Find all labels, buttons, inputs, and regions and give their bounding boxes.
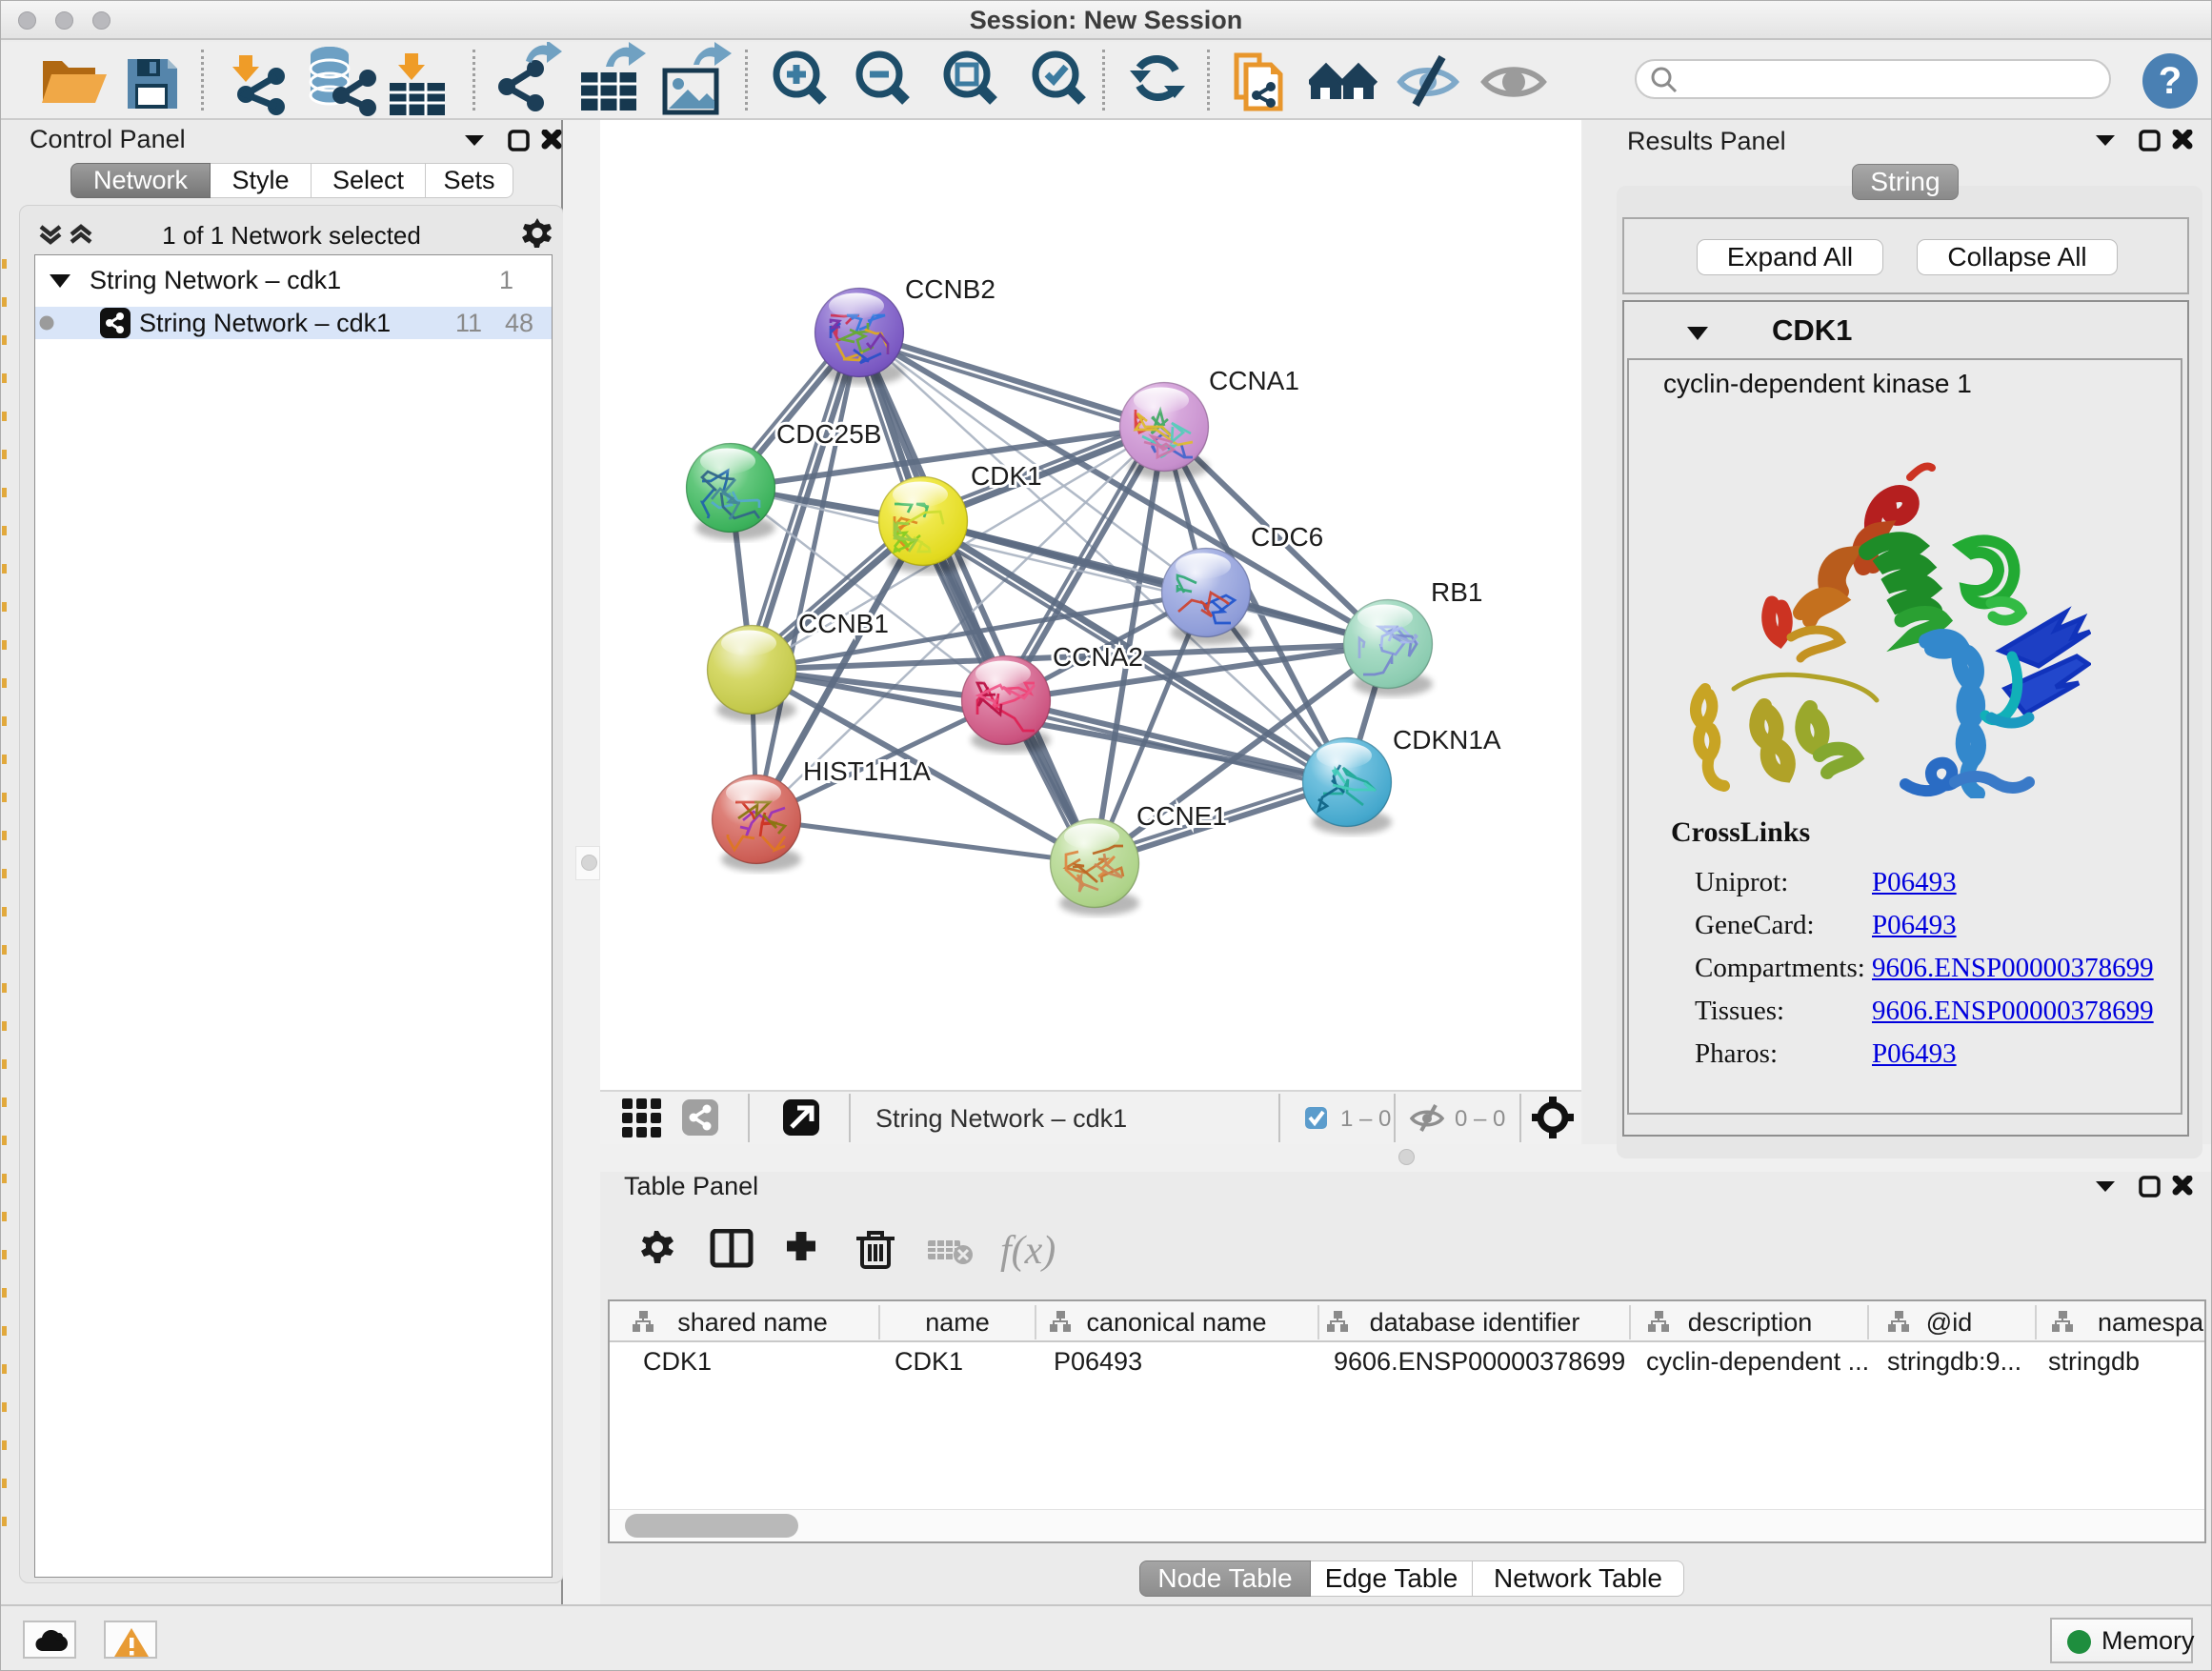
- svg-text:?: ?: [2159, 60, 2182, 102]
- svg-text:CDC6: CDC6: [1251, 522, 1323, 552]
- svg-text:namespac: namespac: [2098, 1308, 2204, 1337]
- svg-text:@id: @id: [1926, 1308, 1972, 1337]
- svg-text:name: name: [925, 1308, 990, 1337]
- svg-text:CCNA1: CCNA1: [1209, 366, 1299, 395]
- svg-text:CDKN1A: CDKN1A: [1393, 725, 1501, 755]
- svg-text:CDC25B: CDC25B: [776, 419, 881, 449]
- svg-text:database identifier: database identifier: [1370, 1308, 1580, 1337]
- svg-text:CCNE1: CCNE1: [1136, 801, 1227, 831]
- svg-text:shared name: shared name: [677, 1308, 828, 1337]
- svg-text:CCNB2: CCNB2: [905, 274, 995, 304]
- svg-text:f(x): f(x): [1000, 1229, 1056, 1273]
- svg-text:CCNA2: CCNA2: [1053, 642, 1143, 672]
- svg-text:description: description: [1688, 1308, 1813, 1337]
- svg-text:CCNB1: CCNB1: [798, 609, 889, 638]
- svg-text:RB1: RB1: [1431, 577, 1482, 607]
- svg-text:HIST1H1A: HIST1H1A: [803, 756, 931, 786]
- svg-text:CDK1: CDK1: [971, 461, 1042, 491]
- svg-text:canonical name: canonical name: [1086, 1308, 1266, 1337]
